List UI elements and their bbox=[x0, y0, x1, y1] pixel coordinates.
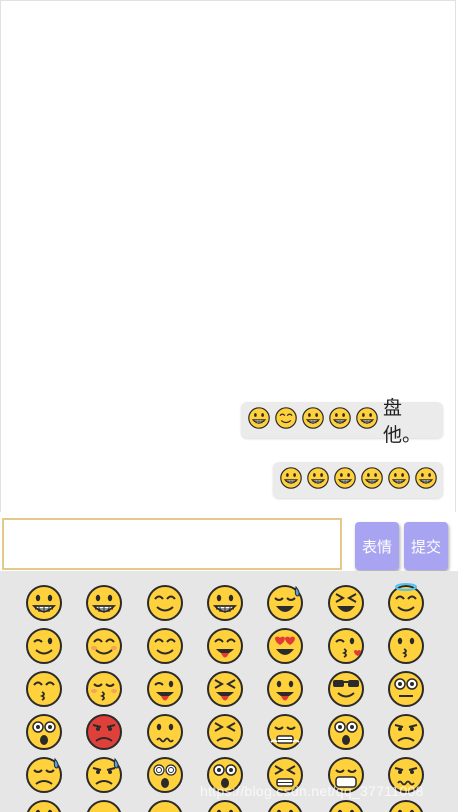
chat-message-bubble bbox=[273, 462, 443, 498]
tongue-wink-emoji-icon[interactable] bbox=[145, 669, 185, 709]
grin-emoji-icon bbox=[306, 466, 330, 494]
yum-emoji-icon[interactable] bbox=[205, 626, 245, 666]
message-text: 盘他。 bbox=[383, 397, 422, 446]
grin-emoji-icon bbox=[414, 466, 438, 494]
smile-emoji-icon[interactable] bbox=[145, 626, 185, 666]
grin-emoji-icon[interactable] bbox=[205, 583, 245, 623]
chat-message-bubble: 盘他。 bbox=[241, 397, 443, 446]
zzz-emoji-icon[interactable] bbox=[145, 798, 185, 812]
message-emojis bbox=[279, 466, 438, 494]
grin-emoji-icon bbox=[328, 406, 352, 434]
sunglasses-emoji-icon[interactable] bbox=[326, 669, 366, 709]
halo-emoji-icon[interactable] bbox=[386, 583, 426, 623]
grin-emoji-icon bbox=[387, 466, 411, 494]
partial-emoji-icon[interactable] bbox=[326, 798, 366, 812]
grin-emoji-icon[interactable] bbox=[84, 583, 124, 623]
partial-emoji-icon[interactable] bbox=[265, 798, 305, 812]
kiss-heart-emoji-icon[interactable] bbox=[326, 626, 366, 666]
angry-emoji-icon[interactable] bbox=[84, 712, 124, 752]
confused-emoji-icon[interactable] bbox=[145, 712, 185, 752]
worried-emoji-icon[interactable] bbox=[386, 755, 426, 795]
kiss-blush-emoji-icon[interactable] bbox=[84, 669, 124, 709]
partial-emoji-icon[interactable] bbox=[24, 798, 64, 812]
sweat-sad-emoji-icon[interactable] bbox=[84, 755, 124, 795]
astonished-emoji-icon[interactable] bbox=[326, 712, 366, 752]
grin-emoji-icon bbox=[360, 466, 384, 494]
tongue-squint-emoji-icon[interactable] bbox=[205, 669, 245, 709]
submit-button[interactable]: 提交 bbox=[404, 522, 448, 570]
scream-emoji-icon[interactable] bbox=[205, 755, 245, 795]
eye-roll-emoji-icon[interactable] bbox=[386, 669, 426, 709]
steam-emoji-icon[interactable] bbox=[265, 712, 305, 752]
message-input[interactable] bbox=[2, 518, 342, 570]
sad-sweat-emoji-icon[interactable] bbox=[24, 755, 64, 795]
blush-emoji-icon[interactable] bbox=[84, 626, 124, 666]
sleepy-emoji-icon[interactable] bbox=[84, 798, 124, 812]
composer-bar: 表情 提交 bbox=[0, 512, 458, 572]
smile-emoji-icon bbox=[274, 406, 298, 434]
persevere-emoji-icon[interactable] bbox=[205, 712, 245, 752]
emoji-button[interactable]: 表情 bbox=[355, 522, 399, 570]
wink-emoji-icon[interactable] bbox=[24, 626, 64, 666]
grin-emoji-icon bbox=[301, 406, 325, 434]
grin-emoji-icon bbox=[247, 406, 271, 434]
dizzy-emoji-icon[interactable] bbox=[145, 755, 185, 795]
grin-emoji-icon[interactable] bbox=[24, 583, 64, 623]
chat-messages-area: 盘他。 bbox=[0, 0, 456, 512]
heart-eyes-emoji-icon[interactable] bbox=[265, 626, 305, 666]
tongue-emoji-icon[interactable] bbox=[265, 669, 305, 709]
grin-emoji-icon bbox=[333, 466, 357, 494]
laugh-emoji-icon[interactable] bbox=[326, 583, 366, 623]
message-emojis bbox=[247, 406, 379, 434]
partial-emoji-icon[interactable] bbox=[205, 798, 245, 812]
sweat-emoji-icon[interactable] bbox=[265, 583, 305, 623]
tired-emoji-icon[interactable] bbox=[265, 755, 305, 795]
emoji-panel bbox=[0, 571, 458, 812]
kiss-emoji-icon[interactable] bbox=[386, 626, 426, 666]
mask-emoji-icon[interactable] bbox=[326, 755, 366, 795]
grin-emoji-icon bbox=[355, 406, 379, 434]
kiss-smile-emoji-icon[interactable] bbox=[24, 669, 64, 709]
partial-emoji-icon[interactable] bbox=[386, 798, 426, 812]
disappointed-emoji-icon[interactable] bbox=[386, 712, 426, 752]
smile-emoji-icon[interactable] bbox=[145, 583, 185, 623]
grin-emoji-icon bbox=[279, 466, 303, 494]
shocked-emoji-icon[interactable] bbox=[24, 712, 64, 752]
